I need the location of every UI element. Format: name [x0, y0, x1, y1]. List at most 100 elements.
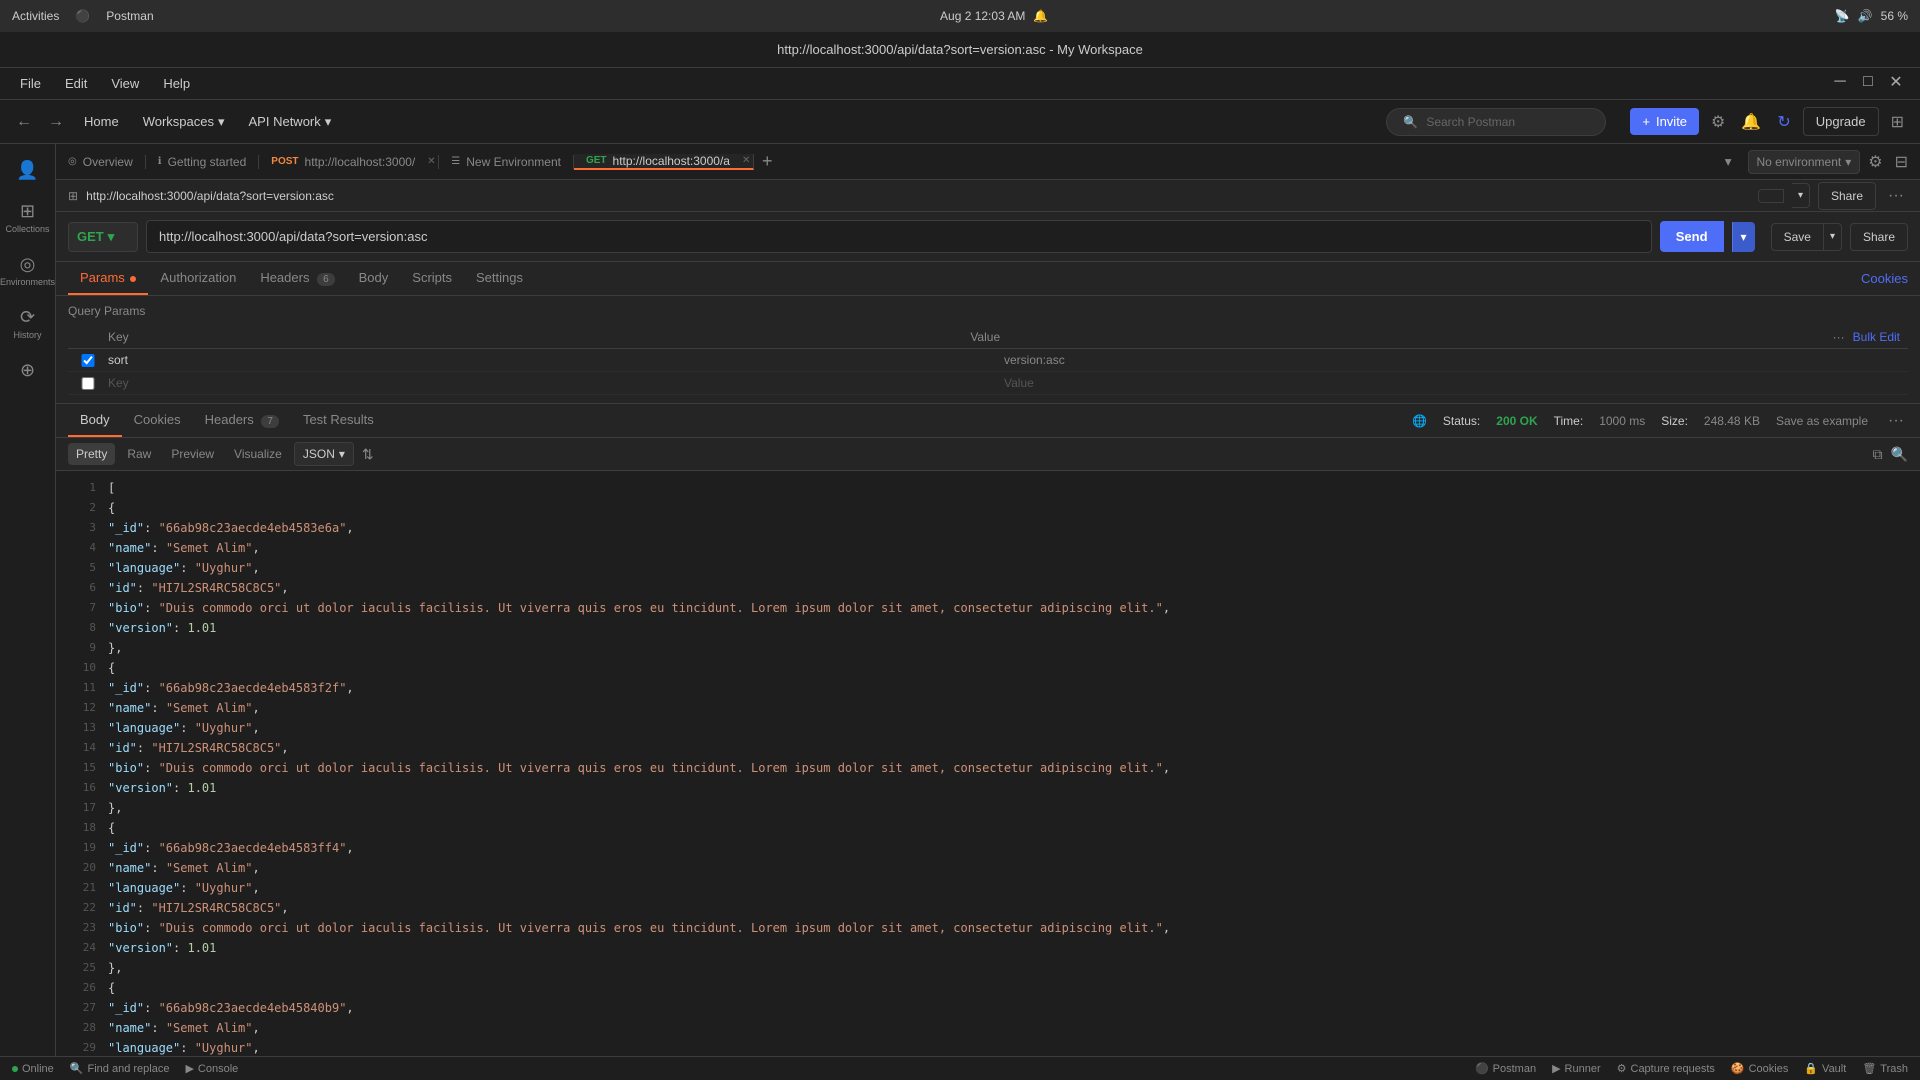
globe-icon: 🌐	[1412, 414, 1427, 428]
content-area: ◎ Overview ℹ Getting started POST http:/…	[56, 144, 1920, 1056]
nav-api-network-dropdown[interactable]: API Network ▾	[241, 110, 340, 134]
more-options-icon-button[interactable]: ···	[1884, 183, 1908, 209]
expand-icon-button[interactable]: ⊞	[1887, 108, 1908, 136]
save-as-example-button[interactable]: Save as example	[1776, 414, 1868, 428]
nav-workspaces-dropdown[interactable]: Workspaces ▾	[135, 110, 233, 134]
param-checkbox-empty[interactable]	[76, 377, 100, 390]
tab-scripts[interactable]: Scripts	[400, 262, 464, 295]
postman-status[interactable]: ⚫ Postman	[1475, 1062, 1536, 1075]
send-button[interactable]: Send	[1660, 221, 1724, 252]
query-params-section: Query Params Key Value ··· Bulk Edit sor…	[56, 296, 1920, 403]
search-bar[interactable]: 🔍 Search Postman	[1386, 108, 1606, 136]
tab-new-environment-label: New Environment	[466, 155, 561, 169]
tab-post-close[interactable]: ✕	[427, 156, 435, 167]
main-layout: 👤 ⊞ Collections ◎ Environments ⟳ History…	[0, 144, 1920, 1056]
tab-get-close[interactable]: ✕	[742, 155, 750, 166]
menu-file[interactable]: File	[12, 72, 49, 95]
sidebar-item-collections[interactable]: ⊞ Collections	[0, 193, 55, 242]
send-dropdown-button[interactable]: ▾	[1732, 222, 1755, 252]
bulk-edit-button[interactable]: Bulk Edit	[1853, 330, 1900, 344]
tab-body[interactable]: Body	[347, 262, 401, 295]
sidebar-item-mock[interactable]: ⊕	[0, 352, 55, 389]
format-raw-button[interactable]: Raw	[119, 443, 159, 465]
activities-label[interactable]: Activities	[12, 9, 59, 23]
tab-new-environment[interactable]: ☰ New Environment	[439, 155, 574, 169]
capture-requests-button[interactable]: ⚙ Capture requests	[1617, 1062, 1715, 1075]
save-dropdown-button[interactable]: ▾	[1792, 183, 1810, 208]
json-line: 20 "name": "Semet Alim",	[56, 859, 1920, 879]
cookies-button[interactable]: Cookies	[1861, 271, 1908, 286]
json-line: 14 "id": "HI7L2SR4RC58C8C5",	[56, 739, 1920, 759]
headers-badge: 6	[317, 273, 335, 286]
format-visualize-button[interactable]: Visualize	[226, 443, 290, 465]
tab-headers[interactable]: Headers 6	[248, 262, 346, 295]
minimize-button[interactable]: ─	[1828, 70, 1852, 94]
response-tab-headers[interactable]: Headers 7	[193, 404, 291, 437]
save-button[interactable]	[1758, 189, 1784, 203]
json-line: 5 "language": "Uyghur",	[56, 559, 1920, 579]
response-tab-cookies[interactable]: Cookies	[122, 404, 193, 437]
param-checkbox-sort[interactable]	[76, 354, 100, 367]
add-tab-button[interactable]: +	[754, 151, 781, 172]
sidebar-item-history[interactable]: ⟳ History	[0, 299, 55, 348]
search-response-button[interactable]: 🔍	[1891, 446, 1908, 463]
search-placeholder: Search Postman	[1426, 115, 1515, 129]
console-button[interactable]: ▶ Console	[185, 1062, 238, 1075]
format-type-selector[interactable]: JSON ▾	[294, 442, 354, 466]
close-button[interactable]: ✕	[1884, 70, 1908, 94]
find-replace-button[interactable]: 🔍 Find and replace	[70, 1062, 170, 1075]
maximize-button[interactable]: □	[1856, 70, 1880, 94]
query-params-title: Query Params	[68, 304, 1908, 318]
sidebar-item-user[interactable]: 👤	[0, 152, 55, 189]
tab-authorization[interactable]: Authorization	[148, 262, 248, 295]
upgrade-button[interactable]: Upgrade	[1803, 107, 1879, 136]
nav-forward-button[interactable]: →	[44, 109, 68, 135]
json-line: 21 "language": "Uyghur",	[56, 879, 1920, 899]
cookies-manager-button[interactable]: 🍪 Cookies	[1731, 1062, 1788, 1075]
response-tab-body[interactable]: Body	[68, 404, 122, 437]
url-input[interactable]	[146, 220, 1652, 253]
save-request-dropdown[interactable]: ▾	[1824, 223, 1842, 251]
post-method-badge: POST	[271, 156, 298, 167]
invite-button[interactable]: + Invite	[1630, 108, 1699, 135]
chevron-down-icon: ▾	[325, 114, 332, 130]
tabs-bar: ◎ Overview ℹ Getting started POST http:/…	[56, 144, 1920, 180]
tab-get-localhost[interactable]: GET http://localhost:3000/a ✕	[574, 154, 754, 170]
copy-response-button[interactable]: ⧉	[1873, 446, 1883, 463]
method-selector[interactable]: GET ▾	[68, 222, 138, 252]
trash-button[interactable]: 🗑 Trash	[1862, 1062, 1908, 1075]
settings-icon-button[interactable]: ⚙	[1707, 108, 1729, 136]
menu-help[interactable]: Help	[155, 72, 198, 95]
tab-params[interactable]: Params	[68, 262, 148, 295]
runner-button[interactable]: ▶ Runner	[1552, 1062, 1601, 1075]
menu-view[interactable]: View	[103, 72, 147, 95]
tab-overview[interactable]: ◎ Overview	[56, 155, 146, 169]
sidebar-item-environments[interactable]: ◎ Environments	[0, 246, 55, 295]
filter-icon[interactable]: ⇅	[362, 446, 374, 463]
tab-overflow-button[interactable]: ▾	[1717, 154, 1740, 170]
find-replace-label: Find and replace	[88, 1063, 170, 1075]
sync-icon-button[interactable]: ↻	[1773, 108, 1794, 136]
vault-button[interactable]: 🔒 Vault	[1804, 1062, 1846, 1075]
split-view-icon[interactable]: ⊟	[1891, 148, 1912, 176]
share-button[interactable]: Share	[1818, 182, 1876, 210]
format-pretty-button[interactable]: Pretty	[68, 443, 115, 465]
environment-selector[interactable]: No environment ▾	[1748, 150, 1861, 174]
nav-back-button[interactable]: ←	[12, 109, 36, 135]
nav-bar: ← → Home Workspaces ▾ API Network ▾ 🔍 Se…	[0, 100, 1920, 144]
save-request-button[interactable]: Save	[1771, 223, 1824, 251]
share-request-button[interactable]: Share	[1850, 223, 1908, 251]
response-more-options[interactable]: ···	[1884, 408, 1908, 434]
json-line: 3 "_id": "66ab98c23aecde4eb4583e6a",	[56, 519, 1920, 539]
online-status[interactable]: Online	[12, 1063, 54, 1075]
tab-post-localhost[interactable]: POST http://localhost:3000/ ✕	[259, 155, 439, 169]
param-key-sort: sort	[108, 353, 996, 367]
tab-getting-started[interactable]: ℹ Getting started	[146, 155, 260, 169]
nav-home-link[interactable]: Home	[76, 110, 127, 133]
notification-bell-icon-button[interactable]: 🔔	[1737, 108, 1765, 136]
response-tab-test-results[interactable]: Test Results	[291, 404, 386, 437]
settings-tab-icon[interactable]: ⚙	[1864, 148, 1886, 176]
tab-settings[interactable]: Settings	[464, 262, 535, 295]
format-preview-button[interactable]: Preview	[163, 443, 222, 465]
menu-edit[interactable]: Edit	[57, 72, 95, 95]
